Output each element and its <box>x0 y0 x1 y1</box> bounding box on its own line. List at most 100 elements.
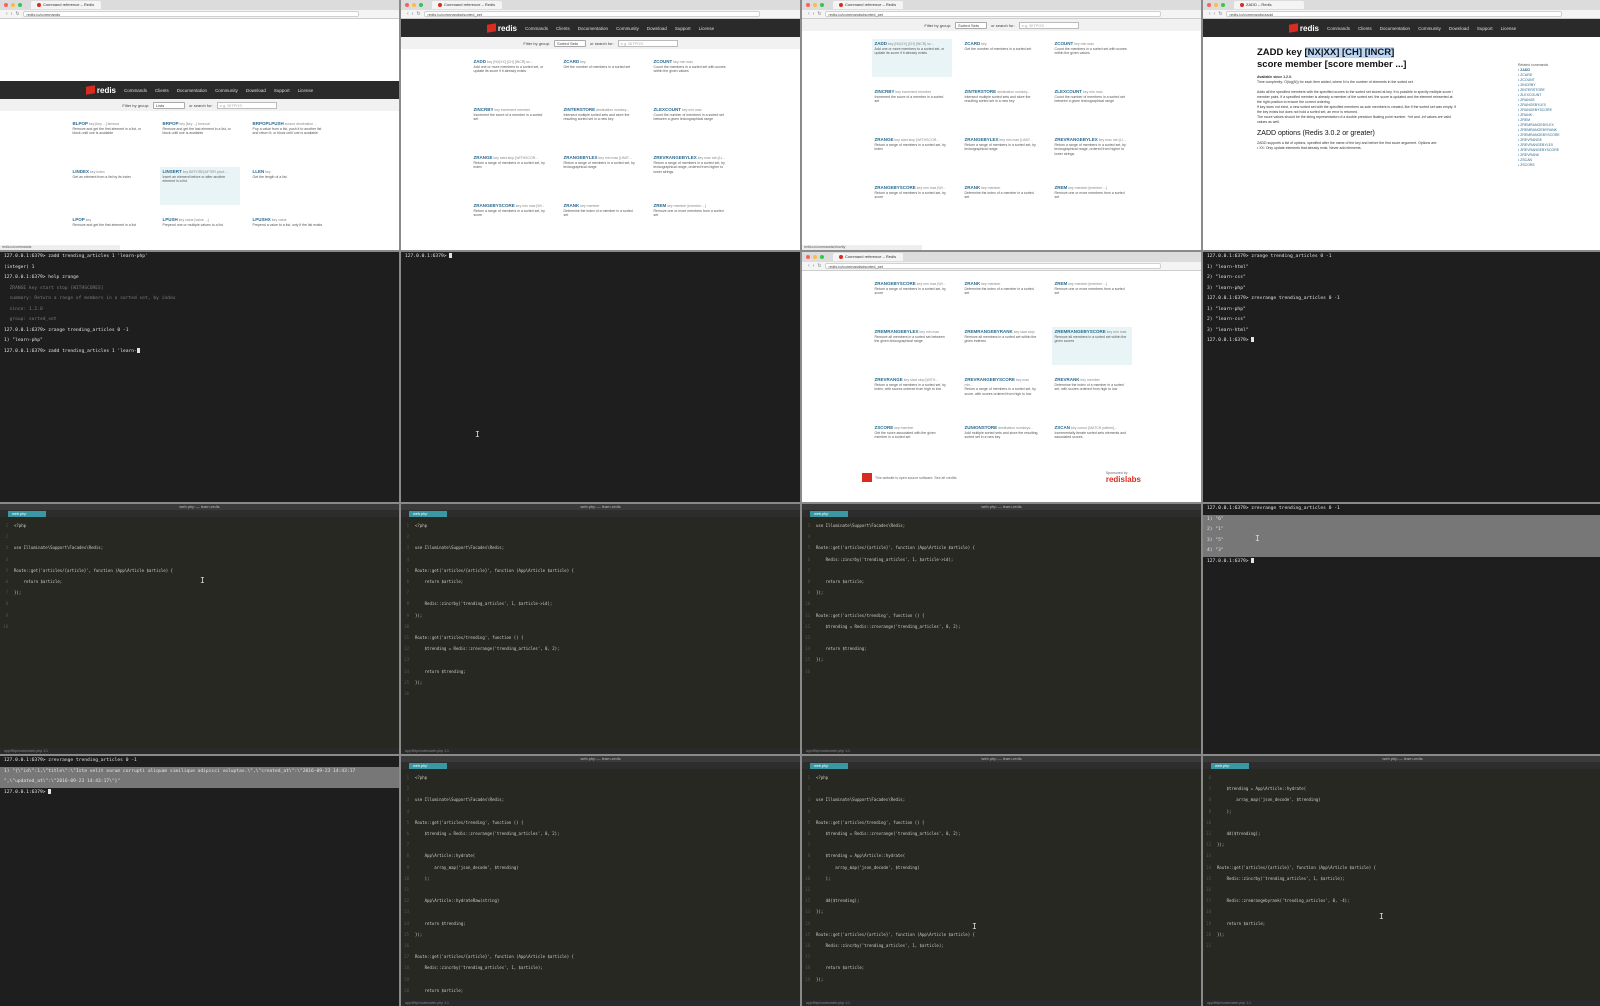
terminal-panel[interactable]: 127.0.0.1:6379> zrevrange trending_artic… <box>1203 504 1600 754</box>
browser-tab[interactable]: Command reference – Redis <box>833 1 903 9</box>
code-line[interactable]: 3 use Illuminate\Support\Facades\Redis; <box>401 794 800 805</box>
code-line[interactable]: 3 use Illuminate\Support\Facades\Redis; <box>0 542 399 553</box>
code-line[interactable]: 14 <box>802 918 1201 929</box>
forward-icon[interactable]: › <box>1214 10 1216 19</box>
code-line[interactable]: 5 Route::get('articles/trending', functio… <box>401 817 800 828</box>
browser-tab[interactable]: Command reference – Redis <box>432 1 502 9</box>
editor-tab[interactable]: web.php <box>409 511 447 517</box>
address-bar[interactable]: redis.io/commands <box>22 11 359 17</box>
code-line[interactable]: 2 <box>401 531 800 542</box>
code-line[interactable]: 13 <box>802 632 1201 643</box>
editor-tab[interactable]: web.php <box>409 763 447 769</box>
code-line[interactable]: 16 <box>401 940 800 951</box>
code-line[interactable]: 11 Route::get('articles/trending', functi… <box>802 610 1201 621</box>
command-card[interactable]: ZRANGE key start stop [WITHSCOR... Retur… <box>471 153 551 191</box>
nav-item[interactable]: Download <box>647 26 667 31</box>
redislabs-logo[interactable]: redislabs <box>1106 475 1141 484</box>
code-line[interactable]: 12}); <box>1203 839 1600 850</box>
code-line[interactable]: 6 return $article; <box>401 576 800 587</box>
command-card[interactable]: ZINTERSTORE destination numkey... Inters… <box>561 105 641 143</box>
address-bar[interactable]: redis.io/commands#sorted_set <box>423 11 760 17</box>
search-input[interactable]: e.g. BITPOS <box>617 39 678 47</box>
code-line[interactable]: 16 <box>802 666 1201 677</box>
command-card[interactable]: ZREMRANGEBYLEX key min max Remove all me… <box>872 327 952 365</box>
code-line[interactable]: 15 Route::get('articles/{article}', funct… <box>802 929 1201 940</box>
nav-item[interactable]: Download <box>246 88 266 93</box>
terminal-panel[interactable]: 127.0.0.1:6379> zrevrange trending_artic… <box>0 756 399 1006</box>
nav-item[interactable]: Clients <box>1358 26 1372 31</box>
code-line[interactable]: 11 Route::get('articles/trending', functi… <box>401 632 800 643</box>
code-line[interactable]: 14 return $trending; <box>401 918 800 929</box>
nav-item[interactable]: Documentation <box>578 26 608 31</box>
code-line[interactable]: 7 <box>401 839 800 850</box>
command-card[interactable]: LLEN key Get the length of a list <box>250 167 330 205</box>
code-line[interactable]: 6 $trending = Redis::zrevrange('trending… <box>401 828 800 839</box>
command-card[interactable]: BRPOP key [key ...] timeout Remove and g… <box>160 119 240 157</box>
command-card[interactable]: ZLEXCOUNT key min max Count the number o… <box>1052 87 1132 125</box>
group-select[interactable]: Sorted Sets <box>554 39 587 47</box>
command-card[interactable]: BLPOP key [key ...] timeout Remove and g… <box>70 119 150 157</box>
nav-item[interactable]: Documentation <box>177 88 207 93</box>
command-card[interactable]: ZLEXCOUNT key min max Count the number o… <box>651 105 731 143</box>
code-line[interactable]: 8 array_map('json_decode', $trending) <box>1203 794 1600 805</box>
forward-icon[interactable]: › <box>813 10 815 19</box>
command-card[interactable]: ZREVRANGEBYLEX key max min [LI... Return… <box>1052 135 1132 173</box>
code-line[interactable]: 1 <?php <box>0 520 399 531</box>
command-card[interactable]: ZREM key member [member ...] Remove one … <box>1052 183 1132 221</box>
code-line[interactable]: 18 return $article; <box>802 962 1201 973</box>
code-line[interactable]: 10 <box>0 621 399 632</box>
command-card[interactable]: ZRANGEBYLEX key min max [LIMIT... Return… <box>561 153 641 191</box>
command-card[interactable]: ZSCORE key member Get the score associat… <box>872 423 952 461</box>
redis-logo[interactable]: redis <box>85 85 116 95</box>
code-line[interactable]: 6 $trending = Redis::zrevrange('trending… <box>802 828 1201 839</box>
code-line[interactable]: 4 <box>802 531 1201 542</box>
terminal-panel[interactable]: 127.0.0.1:6379> I <box>401 252 800 502</box>
nav-item[interactable]: Support <box>1477 26 1493 31</box>
code-line[interactable]: 7}); <box>0 587 399 598</box>
code-line[interactable]: 11 <box>401 884 800 895</box>
nav-item[interactable]: License <box>1501 26 1517 31</box>
maximize-window-icon[interactable] <box>419 3 423 7</box>
code-line[interactable]: 9 ); <box>1203 806 1600 817</box>
command-card[interactable]: ZINTERSTORE destination numkey... Inters… <box>962 87 1042 125</box>
code-line[interactable]: 6 <box>1203 772 1600 783</box>
close-window-icon[interactable] <box>806 3 810 7</box>
code-line[interactable]: 10 ); <box>401 873 800 884</box>
nav-item[interactable]: License <box>699 26 715 31</box>
nav-item[interactable]: License <box>298 88 314 93</box>
command-card[interactable]: LINSERT key BEFORE|AFTER pivot ... Inser… <box>159 167 240 205</box>
code-line[interactable]: 10 ); <box>802 873 1201 884</box>
code-line[interactable]: 20}); <box>1203 929 1600 940</box>
code-line[interactable]: 9}); <box>401 610 800 621</box>
code-line[interactable]: 9 <box>0 610 399 621</box>
code-line[interactable]: 14 Route::get('articles/{article}', funct… <box>1203 862 1600 873</box>
code-line[interactable]: 19}); <box>802 974 1201 985</box>
minimize-window-icon[interactable] <box>813 3 817 7</box>
code-line[interactable]: 12 App\Article::hydrateRaw(string) <box>401 895 800 906</box>
command-card[interactable]: ZREMRANGEBYSCORE key min max Remove all … <box>1051 327 1132 365</box>
command-card[interactable]: BRPOPLPUSH source destination ... Pop a … <box>250 119 330 157</box>
code-editor[interactable]: web.php — learn-redis web.php 1 <?php 2 3 us… <box>401 504 800 754</box>
forward-icon[interactable]: › <box>813 262 815 271</box>
close-window-icon[interactable] <box>1207 3 1211 7</box>
code-line[interactable]: 21 <box>1203 940 1600 951</box>
command-card[interactable]: ZRANGEBYSCORE key min max [WI... Return … <box>872 279 952 317</box>
code-line[interactable]: 19 <box>401 974 800 985</box>
back-icon[interactable]: ‹ <box>6 10 8 19</box>
command-card[interactable]: ZREVRANK key member Determine the index … <box>1052 375 1132 413</box>
nav-item[interactable]: Commands <box>1327 26 1350 31</box>
code-line[interactable]: 14 return $trending; <box>802 643 1201 654</box>
reload-icon[interactable]: ↻ <box>15 10 19 19</box>
command-card[interactable]: ZREVRANGEBYLEX key max min [LI... Return… <box>651 153 731 191</box>
command-card[interactable]: ZRANK key member Determine the index of … <box>962 183 1042 221</box>
command-card[interactable]: ZRANK key member Determine the index of … <box>561 201 641 239</box>
command-card[interactable]: LINDEX key index Get an element from a l… <box>70 167 150 205</box>
code-line[interactable]: 17 Route::get('articles/{article}', funct… <box>401 951 800 962</box>
address-bar[interactable]: redis.io/commands#sorted_set <box>824 11 1161 17</box>
code-line[interactable]: 8 <box>0 598 399 609</box>
code-line[interactable]: 1 <?php <box>401 520 800 531</box>
code-line[interactable]: 1 <?php <box>401 772 800 783</box>
code-line[interactable]: 10 <box>401 621 800 632</box>
command-card[interactable]: ZINCRBY key increment member Increment t… <box>872 87 952 125</box>
minimize-window-icon[interactable] <box>813 255 817 259</box>
